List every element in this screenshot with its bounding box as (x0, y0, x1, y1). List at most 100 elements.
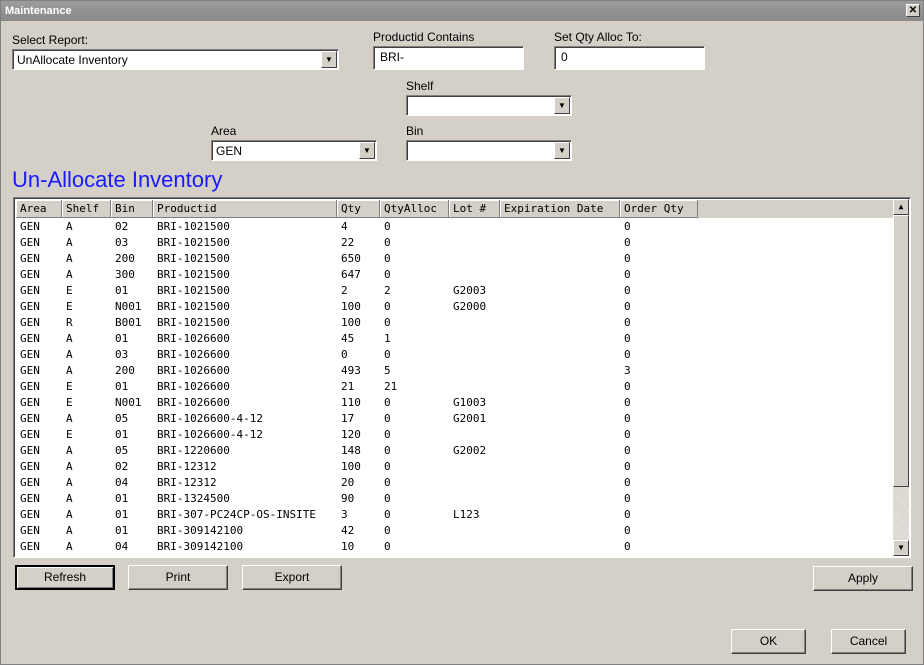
table-row[interactable]: GEN A 200 BRI-1026600 493 5 3 (16, 363, 893, 379)
grid-rows: GEN A 02 BRI-1021500 4 0 0 GEN A 03 BRI-1021500 22 0… (16, 219, 893, 555)
chevron-down-icon[interactable]: ▼ (554, 142, 570, 159)
table-row[interactable]: GEN A 05 BRI-1220600 148 0 G2002 0 (16, 443, 893, 459)
table-row[interactable]: GEN A 04 BRI-309142100 10 0 0 (16, 539, 893, 555)
column-header[interactable]: Expiration Date (500, 200, 620, 218)
table-cell: BRI-12312 (157, 476, 217, 489)
table-cell: A (66, 492, 73, 505)
column-header[interactable]: Lot # (449, 200, 500, 218)
table-row[interactable]: GEN E 01 BRI-1026600 21 21 0 (16, 379, 893, 395)
print-button[interactable]: Print (128, 565, 228, 590)
column-header[interactable]: Productid (153, 200, 337, 218)
table-cell: 647 (341, 268, 361, 281)
set-qty-input[interactable]: 0 (554, 46, 705, 70)
inventory-grid[interactable]: Area Shelf Bin Productid Qty QtyAlloc Lot # Exp… (13, 197, 911, 558)
table-cell: A (66, 412, 73, 425)
column-header[interactable]: QtyAlloc (380, 200, 449, 218)
cancel-button[interactable]: Cancel (831, 629, 906, 654)
table-cell: E (66, 300, 73, 313)
table-row[interactable]: GEN A 02 BRI-12312 100 0 0 (16, 459, 893, 475)
title-bar: Maintenance ✕ (1, 1, 923, 21)
table-row[interactable]: GEN A 03 BRI-1021500 22 0 0 (16, 235, 893, 251)
shelf-dropdown[interactable]: ▼ (406, 95, 572, 116)
table-cell: 05 (115, 412, 129, 425)
chevron-down-icon[interactable]: ▼ (359, 142, 375, 159)
table-row[interactable]: GEN A 04 BRI-12312 20 0 0 (16, 475, 893, 491)
table-row[interactable]: GEN A 300 BRI-1021500 647 0 0 (16, 267, 893, 283)
table-row[interactable]: GEN A 05 BRI-1026600-4-12 17 0 G2001 0 (16, 411, 893, 427)
productid-input[interactable]: BRI- (373, 46, 524, 70)
table-cell: A (66, 348, 73, 361)
table-row[interactable]: GEN A 01 BRI-1324500 90 0 0 (16, 491, 893, 507)
table-cell: 0 (624, 268, 631, 281)
table-cell: BRI-1021500 (157, 268, 230, 281)
table-cell: N001 (115, 300, 142, 313)
table-row[interactable]: GEN A 200 BRI-1021500 650 0 0 (16, 251, 893, 267)
column-header[interactable]: Qty (337, 200, 380, 218)
table-cell: 0 (384, 412, 391, 425)
table-cell: 0 (384, 268, 391, 281)
table-cell: 03 (115, 236, 129, 249)
table-row[interactable]: GEN A 02 BRI-1021500 4 0 0 (16, 219, 893, 235)
table-cell: 0 (384, 428, 391, 441)
table-cell: 0 (624, 460, 631, 473)
table-cell: 21 (341, 380, 355, 393)
table-cell: 22 (341, 236, 355, 249)
table-cell: 100 (341, 460, 361, 473)
table-row[interactable]: GEN R B001 BRI-1021500 100 0 0 (16, 315, 893, 331)
scroll-up-icon: ▲ (898, 202, 904, 211)
select-report-dropdown[interactable]: UnAllocate Inventory ▼ (12, 49, 339, 70)
table-cell: BRI-309142100 (157, 524, 244, 537)
table-row[interactable]: GEN E 01 BRI-1026600-4-12 120 0 0 (16, 427, 893, 443)
vertical-scrollbar[interactable]: ▲ ▼ (893, 199, 909, 556)
ok-button[interactable]: OK (731, 629, 806, 654)
table-cell: GEN (20, 236, 40, 249)
table-row[interactable]: GEN A 01 BRI-307-PC24CP-OS-INSITE 3 0 L123 0 (16, 507, 893, 523)
table-row[interactable]: GEN A 01 BRI-309142100 42 0 0 (16, 523, 893, 539)
table-cell: 0 (624, 300, 631, 313)
table-cell: 200 (115, 252, 135, 265)
chevron-down-icon[interactable]: ▼ (321, 51, 337, 68)
table-cell: 10 (341, 540, 355, 553)
table-cell: BRI-1026600 (157, 380, 230, 393)
table-row[interactable]: GEN E N001 BRI-1021500 100 0 G2000 0 (16, 299, 893, 315)
chevron-down-icon[interactable]: ▼ (554, 97, 570, 114)
table-cell: A (66, 508, 73, 521)
table-row[interactable]: GEN E N001 BRI-1026600 110 0 G1003 0 (16, 395, 893, 411)
table-cell: 45 (341, 332, 355, 345)
area-dropdown[interactable]: GEN ▼ (211, 140, 377, 161)
column-header[interactable]: Shelf (62, 200, 111, 218)
table-cell: A (66, 252, 73, 265)
export-button[interactable]: Export (242, 565, 342, 590)
column-header[interactable]: Area (16, 200, 62, 218)
table-cell: 42 (341, 524, 355, 537)
table-cell: 01 (115, 332, 129, 345)
table-cell: E (66, 380, 73, 393)
refresh-button[interactable]: Refresh (15, 565, 115, 590)
table-cell: GEN (20, 444, 40, 457)
table-cell: A (66, 524, 73, 537)
table-cell: A (66, 268, 73, 281)
scroll-down-button[interactable]: ▼ (893, 540, 909, 556)
table-cell: BRI-1026600 (157, 348, 230, 361)
close-button[interactable]: ✕ (906, 4, 920, 17)
grid-header: Area Shelf Bin Productid Qty QtyAlloc Lot # Exp… (16, 200, 893, 218)
table-cell: BRI-1021500 (157, 300, 230, 313)
table-cell: G2002 (453, 444, 487, 457)
column-header[interactable]: Order Qty (620, 200, 698, 218)
shelf-label: Shelf (406, 79, 434, 93)
apply-button[interactable]: Apply (813, 566, 913, 591)
table-row[interactable]: GEN E 01 BRI-1021500 2 2 G2003 0 (16, 283, 893, 299)
bin-dropdown[interactable]: ▼ (406, 140, 572, 161)
table-cell: BRI-1021500 (157, 236, 230, 249)
table-cell: A (66, 460, 73, 473)
column-header[interactable]: Bin (111, 200, 153, 218)
table-row[interactable]: GEN A 01 BRI-1026600 45 1 0 (16, 331, 893, 347)
scroll-thumb[interactable] (893, 215, 909, 487)
table-cell: 01 (115, 508, 129, 521)
table-cell: GEN (20, 524, 40, 537)
table-cell: BRI-12312 (157, 460, 217, 473)
table-row[interactable]: GEN A 03 BRI-1026600 0 0 0 (16, 347, 893, 363)
table-cell: 300 (115, 268, 135, 281)
close-icon: ✕ (908, 5, 918, 16)
scroll-up-button[interactable]: ▲ (893, 199, 909, 215)
